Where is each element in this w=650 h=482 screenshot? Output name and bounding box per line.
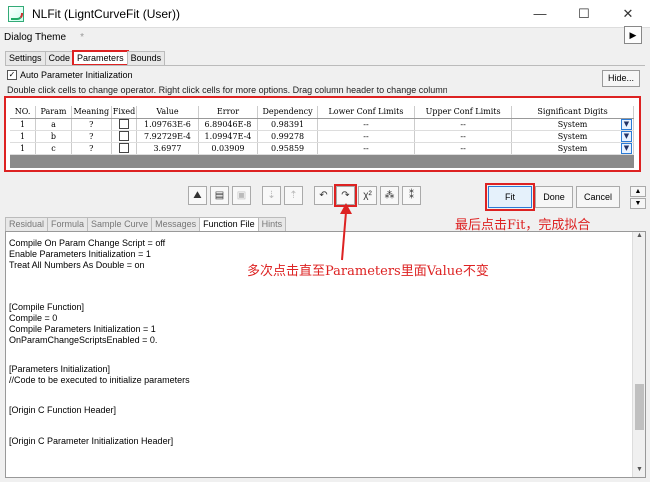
- annotation-arrow-icon: [340, 203, 352, 261]
